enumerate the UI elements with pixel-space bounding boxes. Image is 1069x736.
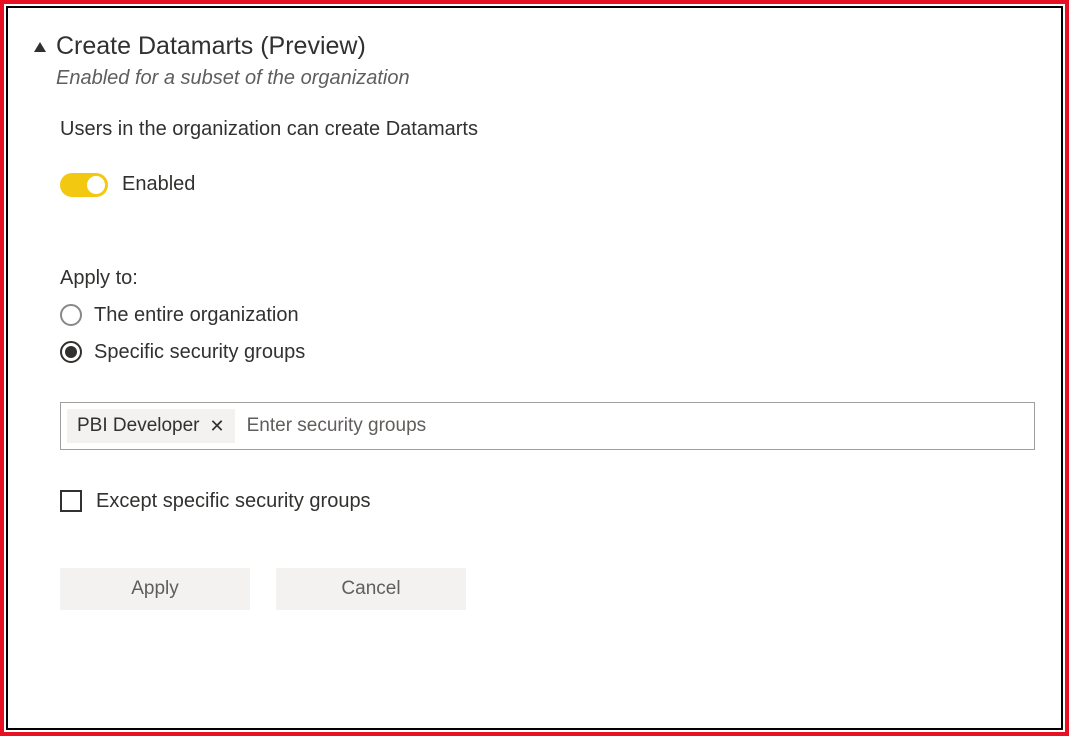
security-groups-input-container: PBI Developer ✕ — [60, 402, 1035, 450]
except-groups-checkbox-row[interactable]: Except specific security groups — [60, 490, 1035, 513]
collapse-caret-icon[interactable] — [34, 42, 46, 52]
setting-title: Create Datamarts (Preview) — [56, 30, 410, 63]
except-groups-checkbox[interactable] — [60, 490, 82, 512]
radio-label: The entire organization — [94, 304, 299, 327]
outer-frame: Create Datamarts (Preview) Enabled for a… — [0, 0, 1069, 736]
header-text-block: Create Datamarts (Preview) Enabled for a… — [56, 30, 410, 90]
radio-icon — [60, 341, 82, 363]
setting-content: Users in the organization can create Dat… — [60, 118, 1035, 610]
security-groups-input[interactable] — [243, 411, 1028, 441]
setting-description: Users in the organization can create Dat… — [60, 118, 1035, 141]
security-group-tag: PBI Developer ✕ — [67, 409, 235, 443]
cancel-button[interactable]: Cancel — [276, 568, 466, 610]
enable-toggle[interactable] — [60, 173, 108, 197]
except-groups-checkbox-label: Except specific security groups — [96, 490, 371, 513]
action-buttons: Apply Cancel — [60, 568, 1035, 610]
apply-button[interactable]: Apply — [60, 568, 250, 610]
radio-icon — [60, 304, 82, 326]
remove-tag-icon[interactable]: ✕ — [210, 417, 225, 435]
security-group-tag-label: PBI Developer — [77, 415, 200, 437]
enable-toggle-label: Enabled — [122, 173, 195, 196]
apply-to-label: Apply to: — [60, 267, 1035, 290]
radio-label: Specific security groups — [94, 341, 305, 364]
radio-specific-security-groups[interactable]: Specific security groups — [60, 341, 1035, 364]
setting-subtitle: Enabled for a subset of the organization — [56, 67, 410, 90]
enable-toggle-row: Enabled — [60, 173, 1035, 197]
radio-selected-dot-icon — [65, 346, 77, 358]
radio-entire-organization[interactable]: The entire organization — [60, 304, 1035, 327]
setting-header: Create Datamarts (Preview) Enabled for a… — [34, 30, 1035, 90]
toggle-knob-icon — [87, 176, 105, 194]
settings-panel: Create Datamarts (Preview) Enabled for a… — [6, 6, 1063, 730]
apply-to-radio-group: The entire organization Specific securit… — [60, 304, 1035, 364]
